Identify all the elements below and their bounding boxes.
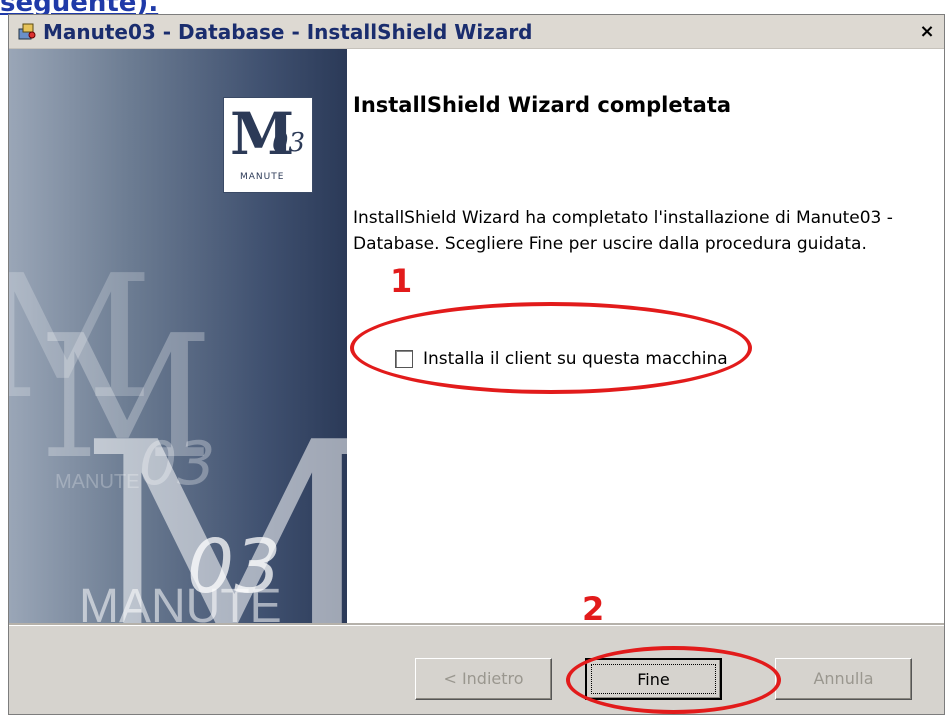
logo-number: 03 bbox=[272, 128, 306, 158]
back-button-label: < Indietro bbox=[443, 669, 524, 688]
cancel-button[interactable]: Annulla bbox=[775, 658, 912, 700]
logo-name: MANUTE bbox=[240, 172, 285, 182]
page-title: InstallShield Wizard completata bbox=[353, 93, 732, 117]
sidebar-banner: M M M 03 MANUTE 03 MANUTE M 03 MANUTE bbox=[9, 49, 347, 623]
cancel-button-label: Annulla bbox=[813, 669, 874, 688]
installer-icon bbox=[18, 23, 36, 40]
annotation-number-2: 2 bbox=[582, 590, 605, 628]
annotation-number-1: 1 bbox=[390, 262, 413, 300]
annotation-ellipse-checkbox bbox=[350, 302, 752, 394]
description-text: InstallShield Wizard ha completato l'ins… bbox=[353, 208, 893, 254]
watermark-number: 03 bbox=[139, 429, 216, 499]
watermark-name: MANUTE bbox=[55, 471, 140, 493]
back-button[interactable]: < Indietro bbox=[415, 658, 552, 700]
title-bar: Manute03 - Database - InstallShield Wiza… bbox=[9, 15, 944, 49]
annotation-ellipse-finish bbox=[566, 646, 781, 714]
window-title: Manute03 - Database - InstallShield Wiza… bbox=[43, 20, 533, 44]
close-icon[interactable]: × bbox=[916, 22, 938, 42]
manute-logo: M 03 MANUTE bbox=[223, 97, 313, 193]
watermark-name: MANUTE bbox=[79, 580, 282, 623]
